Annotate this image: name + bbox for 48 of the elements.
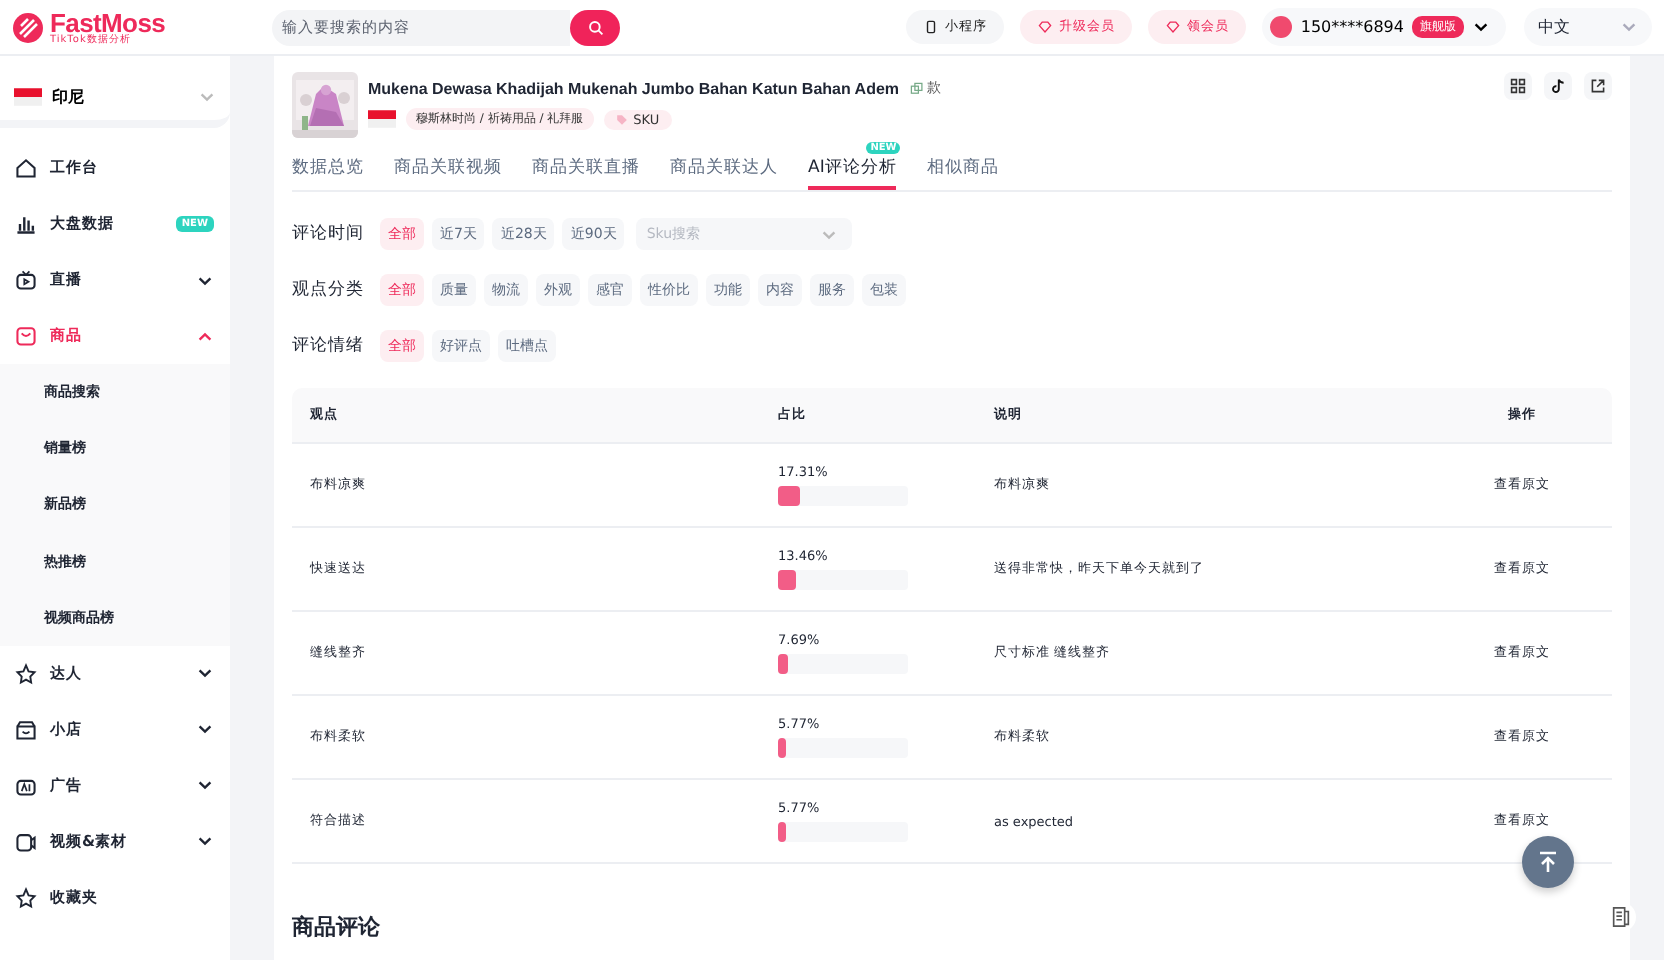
chevron-down-icon <box>1472 18 1490 36</box>
music-note-icon <box>1550 78 1566 94</box>
diamond-icon <box>1166 20 1181 34</box>
flag-icon <box>14 87 42 105</box>
language-select[interactable]: 中文 <box>1524 8 1652 46</box>
video-icon <box>14 829 38 854</box>
chevron-down-icon <box>196 776 214 795</box>
logo-icon <box>12 11 44 43</box>
filter-label: 评论时间 <box>292 222 366 246</box>
diamond-icon <box>1038 20 1053 34</box>
logo-text: FastMoss <box>50 9 166 35</box>
avatar-icon <box>1270 16 1293 38</box>
back-to-top-icon <box>1536 850 1560 874</box>
section-heading: 商品评论 <box>292 912 382 942</box>
product-title: Mukena Dewasa Khadijah Mukenah Jumbo Bahan Katun Bahan Adem <box>368 79 900 97</box>
tab[interactable]: AI评论分析 <box>808 156 897 190</box>
tab[interactable]: 商品关联直播 <box>532 156 640 190</box>
document-button[interactable] <box>1606 902 1636 932</box>
tab[interactable]: 数据总览 <box>292 156 364 190</box>
tab[interactable]: 商品关联达人 <box>670 156 778 190</box>
external-link-icon <box>1590 78 1606 94</box>
flag-icon <box>368 110 396 128</box>
chevron-down-icon <box>196 720 214 739</box>
bag-icon <box>14 324 38 348</box>
tab[interactable]: 相似商品 <box>926 156 999 190</box>
chevron-down-icon <box>196 664 214 683</box>
star-icon <box>14 661 38 686</box>
chevron-down-icon <box>1620 18 1638 36</box>
star-icon <box>14 885 38 910</box>
copy-icon <box>909 81 924 95</box>
search-button[interactable] <box>570 9 620 45</box>
phone-icon <box>924 20 939 34</box>
tv-icon <box>14 268 38 292</box>
filter-label: 评论情绪 <box>292 334 366 358</box>
tab[interactable]: 商品关联视频 <box>394 156 502 190</box>
search-icon <box>587 19 603 35</box>
qr-code-icon <box>1510 78 1526 94</box>
filter-label: 观点分类 <box>292 278 366 302</box>
external-link-button[interactable] <box>1584 72 1612 100</box>
qr-code-button[interactable] <box>1504 72 1532 100</box>
music-note-button[interactable] <box>1544 72 1572 100</box>
bar-chart-icon <box>14 212 38 236</box>
shop-icon <box>14 717 38 742</box>
chevron-down-icon <box>196 832 214 851</box>
chevron-up-icon <box>196 327 214 345</box>
tag-icon <box>615 113 628 125</box>
home-icon <box>14 156 38 180</box>
document-icon <box>1610 906 1632 928</box>
